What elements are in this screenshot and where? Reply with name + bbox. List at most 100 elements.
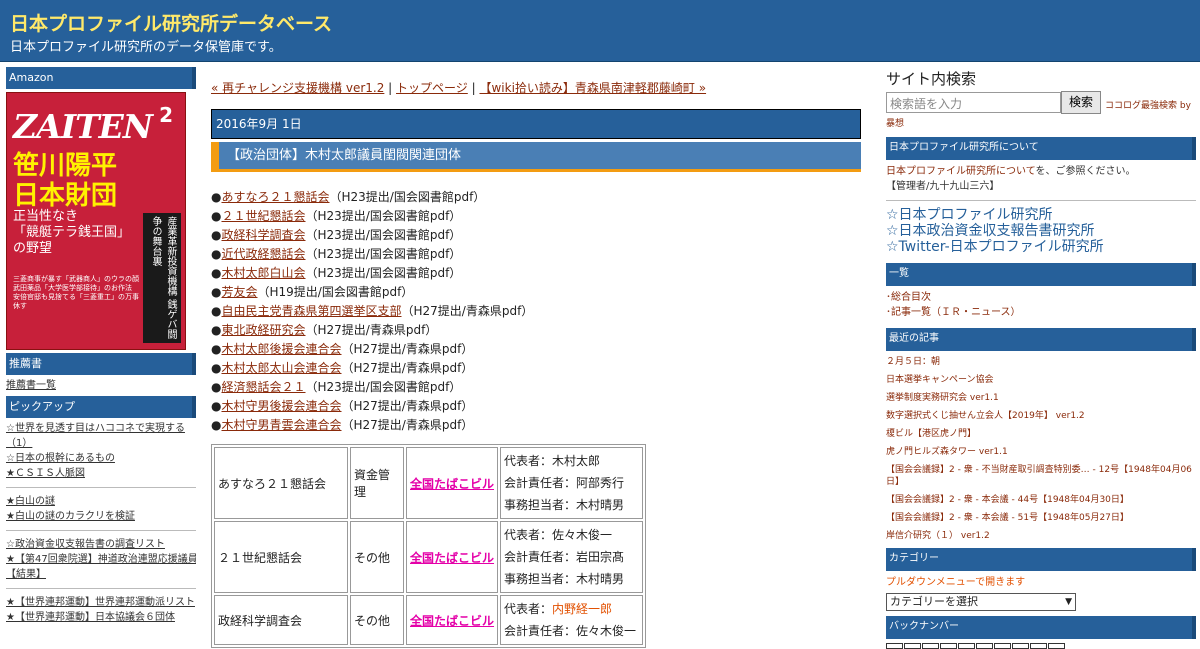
search-input[interactable]: 検索語を入力 — [886, 92, 1061, 113]
recent-post-link[interactable]: 【国会会議録】2 - 衆 - 本会議 - 51号【1948年05月27日】 — [886, 509, 1196, 527]
magazine-small-text: 三菱商事が暴す「武器商人」のウラの顔 武田薬品「大学医学部接待」のお作法 安倍官… — [13, 275, 139, 310]
magazine-subline-3: の野望 — [13, 241, 53, 256]
org-link[interactable]: 木村太郎後援会連合会 — [221, 342, 341, 356]
org-link[interactable]: 政経科学調査会 — [221, 228, 305, 242]
recent-post-link[interactable]: 榎ビル【港区虎ノ門】 — [886, 425, 1196, 443]
org-link[interactable]: 木村太郎白山会 — [221, 266, 305, 280]
calendar-cell[interactable] — [1012, 643, 1029, 649]
pickup-link[interactable]: ★白山の謎 — [6, 494, 196, 509]
pickup-link[interactable]: 【結果】 — [6, 567, 196, 582]
next-post-link[interactable]: 【wiki拾い読み】青森県南津軽郡藤崎町 » — [479, 81, 706, 95]
pickup-link[interactable]: ★白山の謎のカラクリを検証 — [6, 509, 196, 524]
post-navigation: « 再チャレンジ支援機構 ver1.2 | トップページ | 【wiki拾い読み… — [211, 78, 861, 98]
calendar-cell[interactable] — [994, 643, 1011, 649]
org-link[interactable]: 木村守男青雲会連合会 — [221, 418, 341, 432]
org-link[interactable]: 自由民主党青森県第四選挙区支部 — [221, 304, 401, 318]
left-sidebar: Amazon ZAITEN 2 笹川陽平 日本財団 正当性なき 「競艇テラ銭王国… — [6, 67, 196, 625]
address-link[interactable]: 全国たばこビル — [410, 614, 494, 628]
list-item[interactable]: ･総合目次 — [886, 290, 1196, 305]
address-link[interactable]: 全国たばこビル — [410, 551, 494, 565]
site-header: 日本プロファイル研究所データベース 日本プロファイル研究所のデータ保管庫です。 — [0, 0, 1200, 62]
mousou-link[interactable]: 暴想 — [886, 116, 1196, 129]
org-link[interactable]: 木村守男後援会連合会 — [221, 399, 341, 413]
pickup-group-3: ☆政治資金収支報告書の調査リスト ★【第47回衆院選】神道政治連盟応援議員 【結… — [6, 537, 196, 582]
calendar-cell[interactable] — [940, 643, 957, 649]
pickup-group-4: ★【世界連邦運動】世界連邦運動派リスト ★【世界連邦運動】日本協議会６団体 — [6, 595, 196, 625]
list-item: ●２１世紀懇話会（H23提出/国会図書館pdf） — [211, 209, 462, 223]
site-title[interactable]: 日本プロファイル研究所データベース — [10, 9, 332, 36]
external-link[interactable]: ☆日本プロファイル研究所 — [886, 207, 1196, 223]
table-row: ２１世紀懇話会 その他 全国たばこビル 代表者：佐々木俊一 会計責任者：岩田宗髙… — [214, 521, 643, 593]
pickup-link[interactable]: ★ＣＳＩＳ人脈図 — [6, 466, 196, 481]
recent-post-link[interactable]: 虎ノ門ヒルズ森タワー ver1.1 — [886, 443, 1196, 461]
recommend-list-link[interactable]: 推薦書一覧 — [6, 378, 196, 393]
calendar-cell[interactable] — [886, 643, 903, 649]
representative-label: 代表者： — [504, 602, 553, 616]
org-link-list: ●あすなろ２１懇話会（H23提出/国会図書館pdf） ●２１世紀懇話会（H23提… — [211, 188, 861, 435]
address-link[interactable]: 全国たばこビル — [410, 477, 494, 491]
org-link[interactable]: 木村太郎太山会連合会 — [221, 361, 341, 375]
org-link[interactable]: 芳友会 — [221, 285, 257, 299]
calendar-cell[interactable] — [958, 643, 975, 649]
recent-post-link[interactable]: 日本選挙キャンペーン協会 — [886, 371, 1196, 389]
recommend-heading: 推薦書 — [6, 353, 196, 375]
magazine-cover-image[interactable]: ZAITEN 2 笹川陽平 日本財団 正当性なき 「競艇テラ銭王国」 の野望 産… — [6, 92, 186, 350]
list-item: ●芳友会（H19提出/国会図書館pdf） — [211, 285, 414, 299]
pickup-link[interactable]: ☆政治資金収支報告書の調査リスト — [6, 537, 196, 552]
org-link[interactable]: あすなろ２１懇話会 — [221, 190, 329, 204]
org-note: （H27提出/青森県pdf） — [341, 361, 474, 375]
calendar-cell[interactable] — [976, 643, 993, 649]
list-item: ●近代政経懇話会（H23提出/国会図書館pdf） — [211, 247, 462, 261]
calendar-cell[interactable] — [1048, 643, 1065, 649]
category-note: プルダウンメニューで開きます — [886, 577, 1026, 588]
top-page-link[interactable]: トップページ — [396, 81, 468, 95]
list-item: ●自由民主党青森県第四選挙区支部（H27提出/青森県pdf） — [211, 304, 534, 318]
recent-post-link[interactable]: ２月５日：朝 — [886, 353, 1196, 371]
pickup-link[interactable]: ☆日本の根幹にあるもの — [6, 451, 196, 466]
magazine-headline-1: 笹川陽平 — [13, 151, 118, 181]
org-link[interactable]: 近代政経懇話会 — [221, 247, 305, 261]
search-title: サイト内検索 — [886, 70, 977, 88]
org-note: （H23提出/国会図書館pdf） — [305, 209, 462, 223]
org-link[interactable]: 東北政経研究会 — [221, 323, 305, 337]
nav-separator: | — [467, 81, 480, 95]
post-title: 【政治団体】木村太郎議員閨閥関連団体 — [211, 142, 861, 172]
about-link[interactable]: 日本プロファイル研究所について — [886, 166, 1036, 177]
calendar-cell[interactable] — [922, 643, 939, 649]
pickup-link[interactable]: ★【第47回衆院選】神道政治連盟応援議員 — [6, 552, 196, 567]
org-address-cell: 全国たばこビル — [406, 447, 498, 519]
prev-post-link[interactable]: « 再チャレンジ支援機構 ver1.2 — [211, 81, 384, 95]
external-link[interactable]: ☆Twitter-日本プロファイル研究所 — [886, 239, 1196, 255]
recent-post-link[interactable]: 【国会会議録】2 - 衆 - 本会議 - 44号【1948年04月30日】 — [886, 491, 1196, 509]
org-type-cell: その他 — [350, 521, 404, 593]
calendar-cell[interactable] — [1030, 643, 1047, 649]
pickup-link[interactable]: ★【世界連邦運動】日本協議会６団体 — [6, 610, 196, 625]
cocolog-search-link[interactable]: ココログ最強検索 by — [1105, 98, 1191, 111]
magazine-logo: ZAITEN — [13, 107, 153, 146]
recent-post-link[interactable]: 数字選択式くじ抽せん立会人【2019年】 ver1.2 — [886, 407, 1196, 425]
search-button[interactable]: 検索 — [1061, 91, 1102, 114]
list-item: ●経済懇話会２１（H23提出/国会図書館pdf） — [211, 380, 462, 394]
backnumber-heading: バックナンバー — [886, 616, 1196, 639]
recent-post-link[interactable]: 岸信介研究（１） ver1.2 — [886, 527, 1196, 545]
org-link[interactable]: ２１世紀懇話会 — [221, 209, 305, 223]
magazine-headline-2: 日本財団 — [13, 181, 118, 211]
magazine-issue: 2 — [159, 103, 173, 127]
list-item[interactable]: ･記事一覧（ＩＲ・ニュース） — [886, 305, 1196, 320]
magazine-subline-2: 「競艇テラ銭王国」 — [13, 225, 131, 240]
org-name-cell: ２１世紀懇話会 — [214, 521, 348, 593]
category-select[interactable]: カテゴリーを選択 ▼ — [886, 593, 1076, 611]
org-note: （H19提出/国会図書館pdf） — [257, 285, 414, 299]
recent-post-link[interactable]: 選挙制度実務研究会 ver1.1 — [886, 389, 1196, 407]
external-link[interactable]: ☆日本政治資金収支報告書研究所 — [886, 223, 1196, 239]
list-item: ●政経科学調査会（H23提出/国会図書館pdf） — [211, 228, 462, 242]
pickup-link[interactable]: ☆世界を見透す目はハココネで実現する — [6, 421, 196, 436]
calendar-cell[interactable] — [904, 643, 921, 649]
recent-post-link[interactable]: 【国会会議録】2 - 衆 - 不当財産取引調査特別委… - 12号【1948年0… — [886, 464, 1196, 488]
pickup-link[interactable]: ★【世界連邦運動】世界連邦運動派リスト — [6, 595, 196, 610]
representative-name: 内野経一郎 — [552, 602, 613, 616]
org-type-cell: 資金管理 — [350, 447, 404, 519]
pickup-link[interactable]: （1） — [6, 436, 196, 451]
external-links: ☆日本プロファイル研究所 ☆日本政治資金収支報告書研究所 ☆Twitter-日本… — [886, 207, 1196, 255]
org-link[interactable]: 経済懇話会２１ — [221, 380, 305, 394]
